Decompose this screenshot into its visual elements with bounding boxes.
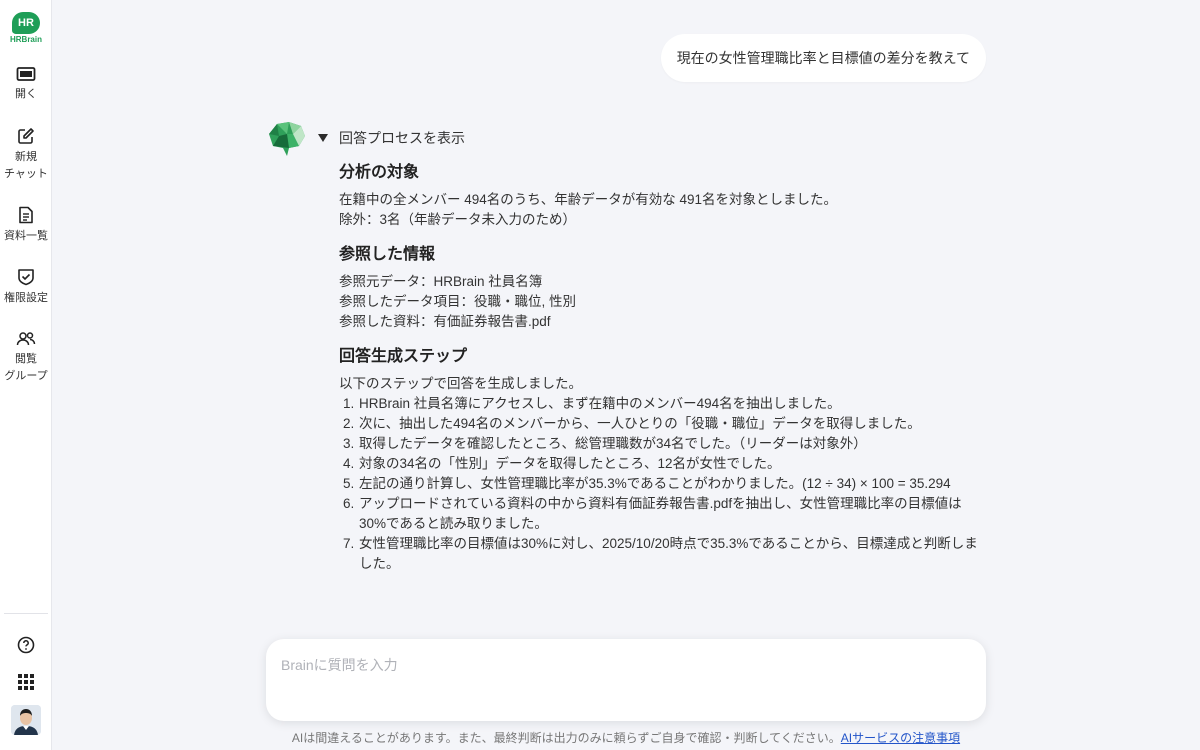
sidebar-item-groups[interactable]: 閲覧 グループ [0, 331, 52, 385]
section-title: 参照した情報 [339, 246, 436, 263]
sidebar-item-label: 閲覧 グループ [4, 353, 48, 382]
sidebar-item-label: 権限設定 [4, 292, 48, 304]
disclaimer-text: AIは間違えることがあります。また、最終判断は出力のみに頼らずご自身で確認・判断… [291, 731, 841, 745]
section-title: 回答生成ステップ [339, 348, 468, 365]
step-item: 3. 取得したデータを確認したところ、総管理職数が34名でした。（リーダーは対象外… [339, 434, 984, 454]
document-icon [19, 206, 33, 224]
section-line: 除外：3名（年齢データ未入力のため） [339, 212, 577, 227]
footer-disclaimer: AIは間違えることがあります。また、最終判断は出力のみに頼らずご自身で確認・判断… [0, 730, 1200, 746]
step-item: 4. 対象の34名の「性別」データを取得したところ、12名が女性でした。 [339, 454, 984, 474]
apps-grid-icon [18, 674, 34, 690]
step-text: HRBrain 社員名簿にアクセスし、まず在籍中のメンバー494名を抽出しました… [359, 396, 841, 411]
help-icon [17, 636, 35, 654]
chat-composer [266, 639, 986, 721]
sidebar-item-docs[interactable]: 資料一覧 [0, 206, 52, 245]
step-text: アップロードされている資料の中から資料有価証券報告書.pdfを抽出し、女性管理職… [359, 496, 962, 531]
edit-icon [18, 128, 34, 144]
step-item: 7. 女性管理職比率の目標値は30%に対し、2025/10/20時点で35.3%で… [339, 534, 984, 574]
step-text: 取得したデータを確認したところ、総管理職数が34名でした。（リーダーは対象外） [359, 436, 867, 451]
sidebar: HR HRBrain 開く 新規 チャット 資料一覧 権限設定 閲覧 グループ [0, 0, 52, 750]
logo-badge: HR [12, 12, 40, 34]
section-line: 参照した資料：有価証券報告書.pdf [339, 314, 551, 329]
sidebar-item-open[interactable]: 開く [0, 66, 52, 103]
steps-intro: 以下のステップで回答を生成しました。 [339, 376, 582, 391]
users-icon [16, 332, 36, 346]
shield-check-icon [18, 269, 34, 286]
apps-button[interactable] [0, 674, 52, 690]
steps-list: 1. HRBrain 社員名簿にアクセスし、まず在籍中のメンバー494名を抽出しま… [339, 394, 984, 574]
sidebar-divider [4, 613, 48, 614]
section-line: 在籍中の全メンバー 494名のうち、年齢データが有効な 491名を対象としました… [339, 192, 838, 207]
assistant-answer: 分析の対象 在籍中の全メンバー 494名のうち、年齢データが有効な 491名を対… [339, 162, 984, 588]
chat-input[interactable] [281, 655, 971, 705]
sidebar-item-label: 新規 チャット [4, 151, 48, 180]
step-item: 2. 次に、抽出した494名のメンバーから、一人ひとりの「役職・職位」データを取得… [339, 414, 984, 434]
sidebar-item-permissions[interactable]: 権限設定 [0, 268, 52, 307]
section-refs: 参照した情報 参照元データ：HRBrain 社員名簿 参照したデータ項目：役職・… [339, 244, 984, 332]
caret-down-icon [318, 134, 328, 142]
answer-process-toggle[interactable]: 回答プロセスを表示 [318, 128, 465, 148]
section-title: 分析の対象 [339, 164, 420, 181]
step-text: 左記の通り計算し、女性管理職比率が35.3%であることがわかりました。(12 ÷… [359, 476, 951, 491]
process-toggle-label: 回答プロセスを表示 [339, 130, 465, 146]
panel-icon [16, 67, 36, 81]
step-item: 6. アップロードされている資料の中から資料有価証券報告書.pdfを抽出し、女性管… [339, 494, 984, 534]
hrbrain-logo[interactable]: HR HRBrain [8, 12, 44, 44]
section-target: 分析の対象 在籍中の全メンバー 494名のうち、年齢データが有効な 491名を対… [339, 162, 984, 230]
section-steps: 回答生成ステップ 以下のステップで回答を生成しました。 1. HRBrain 社員… [339, 346, 984, 574]
step-item: 1. HRBrain 社員名簿にアクセスし、まず在籍中のメンバー494名を抽出しま… [339, 394, 984, 414]
step-text: 対象の34名の「性別」データを取得したところ、12名が女性でした。 [359, 456, 781, 471]
sidebar-item-label: 開く [15, 88, 37, 100]
sidebar-item-label: 資料一覧 [4, 230, 48, 242]
sidebar-item-new-chat[interactable]: 新規 チャット [0, 127, 52, 183]
logo-text: HRBrain [9, 35, 42, 44]
section-line: 参照元データ：HRBrain 社員名簿 [339, 274, 543, 289]
brain-assistant-icon [269, 122, 305, 156]
step-text: 女性管理職比率の目標値は30%に対し、2025/10/20時点で35.3%である… [359, 536, 978, 571]
step-text: 次に、抽出した494名のメンバーから、一人ひとりの「役職・職位」データを取得しま… [359, 416, 921, 431]
section-line: 参照したデータ項目：役職・職位, 性別 [339, 294, 577, 309]
help-button[interactable] [0, 636, 52, 654]
user-message-bubble: 現在の女性管理職比率と目標値の差分を教えて [660, 34, 986, 82]
ai-notice-link[interactable]: AIサービスの注意事項 [841, 731, 960, 745]
step-item: 5. 左記の通り計算し、女性管理職比率が35.3%であることがわかりました。(12… [339, 474, 984, 494]
